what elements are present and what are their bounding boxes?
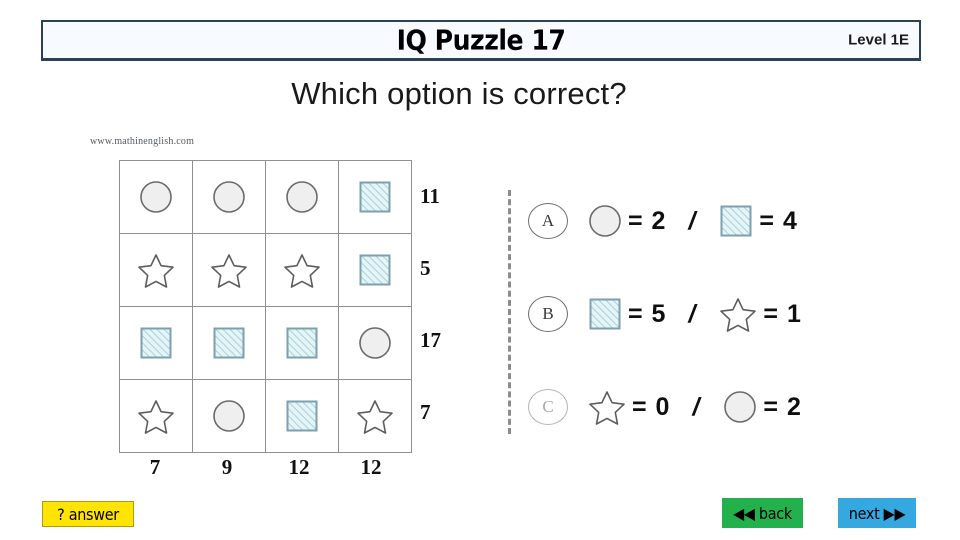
grid-cell-square [192, 306, 266, 380]
column-sum-value: 12 [360, 455, 382, 479]
grid-cell-square [265, 306, 339, 380]
option-separator: / [688, 299, 696, 328]
row-sum-value: 11 [420, 183, 440, 208]
option-left-value: = 5 [628, 299, 667, 328]
option-badge[interactable]: A [528, 203, 568, 239]
grid-row [119, 306, 412, 380]
square-icon [588, 297, 622, 331]
options-panel: A = 2 / = 4 B = 5 / = 1 C = 0 / = 2 [528, 190, 928, 469]
grid-cell-square [119, 306, 193, 380]
grid-cell-square [338, 160, 412, 234]
row-sum-value: 17 [420, 327, 441, 352]
circle-icon [266, 161, 338, 233]
title-bar: IQ Puzzle 17 Level 1E [41, 20, 921, 60]
grid-cell-star [265, 233, 339, 307]
grid-cell-circle [265, 160, 339, 234]
answer-button[interactable]: ? answer [42, 501, 134, 527]
vertical-divider [508, 190, 511, 434]
square-icon [193, 307, 265, 379]
option-right-value: = 2 [763, 392, 802, 421]
circle-icon [723, 390, 757, 424]
star-icon [339, 380, 411, 452]
square-icon [266, 307, 338, 379]
grid-cell-circle [338, 306, 412, 380]
star-icon [588, 389, 626, 425]
option-left-term: = 0 [588, 389, 670, 425]
option-row-b[interactable]: B = 5 / = 1 [528, 283, 928, 345]
square-icon [339, 161, 411, 233]
option-right-term: = 4 [719, 204, 797, 238]
grid-cell-star [338, 379, 412, 453]
star-icon [193, 234, 265, 306]
grid-row [119, 160, 412, 234]
option-badge[interactable]: C [528, 389, 568, 425]
column-sum-value: 7 [149, 455, 161, 479]
row-sum-value: 7 [420, 399, 431, 424]
star-icon [120, 234, 192, 306]
circle-icon [120, 161, 192, 233]
option-separator: / [692, 392, 700, 421]
option-row-a[interactable]: A = 2 / = 4 [528, 190, 928, 252]
grid-row [119, 233, 412, 307]
circle-icon [588, 204, 622, 238]
circle-icon [193, 380, 265, 452]
grid-row [119, 379, 412, 453]
option-separator: / [688, 206, 696, 235]
back-button[interactable]: ◀◀ back [722, 498, 803, 528]
puzzle-grid [119, 160, 412, 453]
square-icon [266, 380, 338, 452]
option-left-value: = 0 [632, 392, 671, 421]
watermark-text: www.mathinenglish.com [90, 136, 195, 147]
square-icon [339, 234, 411, 306]
next-button[interactable]: next ▶▶ [838, 498, 916, 528]
row-sums-column: 11 5 17 7 [414, 160, 460, 448]
option-badge[interactable]: B [528, 296, 568, 332]
star-icon [120, 380, 192, 452]
grid-cell-star [119, 233, 193, 307]
grid-cell-star [192, 233, 266, 307]
square-icon [120, 307, 192, 379]
puzzle-grid-container [119, 160, 412, 453]
level-badge: Level 1E [848, 31, 909, 49]
circle-icon [193, 161, 265, 233]
circle-icon [339, 307, 411, 379]
option-row-c[interactable]: C = 0 / = 2 [528, 376, 928, 438]
option-right-value: = 4 [759, 206, 798, 235]
column-sum-value: 9 [221, 455, 233, 479]
column-sums-row: 7 9 12 12 [119, 455, 408, 480]
grid-cell-square [338, 233, 412, 307]
question-subtitle: Which option is correct? [291, 76, 627, 111]
grid-cell-circle [192, 379, 266, 453]
grid-cell-star [119, 379, 193, 453]
square-icon [719, 204, 753, 238]
star-icon [266, 234, 338, 306]
option-left-term: = 5 [588, 297, 666, 331]
option-right-term: = 1 [719, 296, 801, 332]
option-right-value: = 1 [763, 299, 802, 328]
grid-cell-circle [192, 160, 266, 234]
row-sum-value: 5 [420, 255, 431, 280]
grid-cell-square [265, 379, 339, 453]
option-right-term: = 2 [723, 390, 801, 424]
star-icon [719, 296, 757, 332]
option-left-value: = 2 [628, 206, 667, 235]
column-sum-value: 12 [288, 455, 310, 479]
option-left-term: = 2 [588, 204, 666, 238]
page-title: IQ Puzzle 17 [396, 23, 566, 57]
grid-cell-circle [119, 160, 193, 234]
